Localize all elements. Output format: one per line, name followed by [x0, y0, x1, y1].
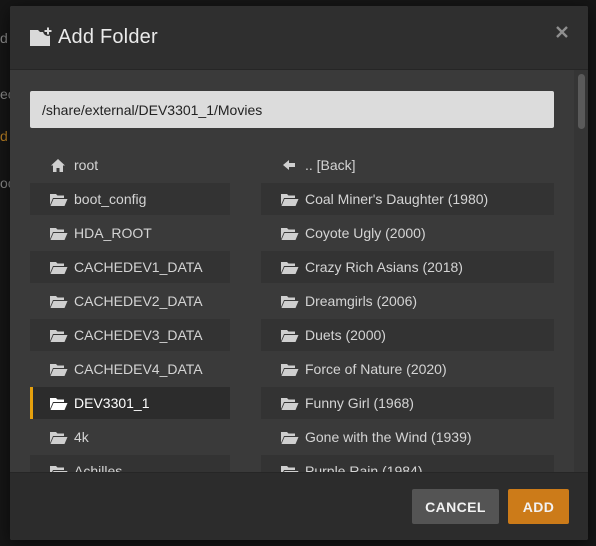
back-label: .. [Back]	[305, 157, 356, 173]
dialog-body: root boot_config HDA_ROOT CACHEDEV1_DATA…	[10, 70, 588, 472]
folder-open-icon	[279, 293, 299, 309]
add-folder-dialog: Add Folder root boot_config HDA_ROOT	[10, 6, 588, 540]
folder-item-selected[interactable]: DEV3301_1	[30, 387, 230, 419]
folder-open-icon	[48, 225, 68, 241]
folder-item[interactable]: Gone with the Wind (1939)	[261, 421, 554, 453]
folder-open-icon	[48, 463, 68, 472]
folder-item-label: Force of Nature (2020)	[305, 361, 447, 377]
folder-item-label: boot_config	[74, 191, 147, 207]
folder-item-label: DEV3301_1	[74, 395, 150, 411]
folder-item-label: Coal Miner's Daughter (1980)	[305, 191, 489, 207]
folder-item-label: Purple Rain (1984)	[305, 463, 423, 472]
dialog-header: Add Folder	[10, 6, 588, 70]
folder-item[interactable]: CACHEDEV1_DATA	[30, 251, 230, 283]
folder-open-icon	[48, 191, 68, 207]
folder-open-icon	[279, 395, 299, 411]
folder-item[interactable]: HDA_ROOT	[30, 217, 230, 249]
folder-item-label: Achilles	[74, 463, 123, 472]
folder-item[interactable]: Force of Nature (2020)	[261, 353, 554, 385]
folder-open-icon	[48, 293, 68, 309]
folder-item-label: CACHEDEV2_DATA	[74, 293, 203, 309]
path-input[interactable]	[30, 91, 554, 128]
background-text: d	[0, 30, 8, 46]
folder-item[interactable]: boot_config	[30, 183, 230, 215]
cancel-button[interactable]: CANCEL	[412, 489, 499, 524]
home-icon	[48, 157, 68, 173]
folder-item[interactable]: Crazy Rich Asians (2018)	[261, 251, 554, 283]
close-icon[interactable]	[554, 24, 570, 40]
folder-item[interactable]: Coal Miner's Daughter (1980)	[261, 183, 554, 215]
folder-open-icon	[48, 327, 68, 343]
scrollbar-thumb[interactable]	[578, 74, 585, 129]
folder-item-label: CACHEDEV3_DATA	[74, 327, 203, 343]
folder-item[interactable]: Coyote Ugly (2000)	[261, 217, 554, 249]
folder-open-icon	[279, 191, 299, 207]
folder-item-root[interactable]: root	[30, 149, 230, 181]
folder-item-label: Gone with the Wind (1939)	[305, 429, 472, 445]
folder-item-label: Funny Girl (1968)	[305, 395, 414, 411]
folder-item-label: root	[74, 157, 99, 173]
folder-item-label: 4k	[74, 429, 89, 445]
folder-item-label: HDA_ROOT	[74, 225, 152, 241]
add-button[interactable]: ADD	[508, 489, 569, 524]
folder-item-label: Coyote Ugly (2000)	[305, 225, 426, 241]
folder-open-icon	[279, 463, 299, 472]
subfolder-list: .. [Back] Coal Miner's Daughter (1980) C…	[261, 149, 554, 472]
folder-plus-icon	[30, 26, 53, 46]
folder-item[interactable]: CACHEDEV4_DATA	[30, 353, 230, 385]
folder-open-icon	[48, 429, 68, 445]
folder-open-icon	[48, 259, 68, 275]
folder-open-icon	[48, 395, 68, 411]
back-item[interactable]: .. [Back]	[261, 149, 554, 181]
folder-open-icon	[279, 429, 299, 445]
folder-item-label: CACHEDEV1_DATA	[74, 259, 203, 275]
folder-item[interactable]: 4k	[30, 421, 230, 453]
drive-list: root boot_config HDA_ROOT CACHEDEV1_DATA…	[30, 149, 230, 472]
folder-item[interactable]: Achilles	[30, 455, 230, 472]
folder-item[interactable]: Dreamgirls (2006)	[261, 285, 554, 317]
folder-item[interactable]: CACHEDEV2_DATA	[30, 285, 230, 317]
folder-open-icon	[279, 225, 299, 241]
folder-item[interactable]: Purple Rain (1984)	[261, 455, 554, 472]
folder-item-label: CACHEDEV4_DATA	[74, 361, 203, 377]
folder-open-icon	[279, 259, 299, 275]
folder-open-icon	[279, 327, 299, 343]
folder-item[interactable]: Duets (2000)	[261, 319, 554, 351]
folder-item[interactable]: Funny Girl (1968)	[261, 387, 554, 419]
folder-open-icon	[48, 361, 68, 377]
arrow-left-icon	[279, 157, 299, 173]
dialog-title: Add Folder	[58, 26, 158, 48]
dialog-footer: CANCEL ADD	[10, 472, 588, 540]
folder-item[interactable]: CACHEDEV3_DATA	[30, 319, 230, 351]
scrollbar[interactable]	[574, 70, 588, 472]
folder-item-label: Duets (2000)	[305, 327, 386, 343]
folder-item-label: Crazy Rich Asians (2018)	[305, 259, 463, 275]
folder-item-label: Dreamgirls (2006)	[305, 293, 418, 309]
folder-open-icon	[279, 361, 299, 377]
